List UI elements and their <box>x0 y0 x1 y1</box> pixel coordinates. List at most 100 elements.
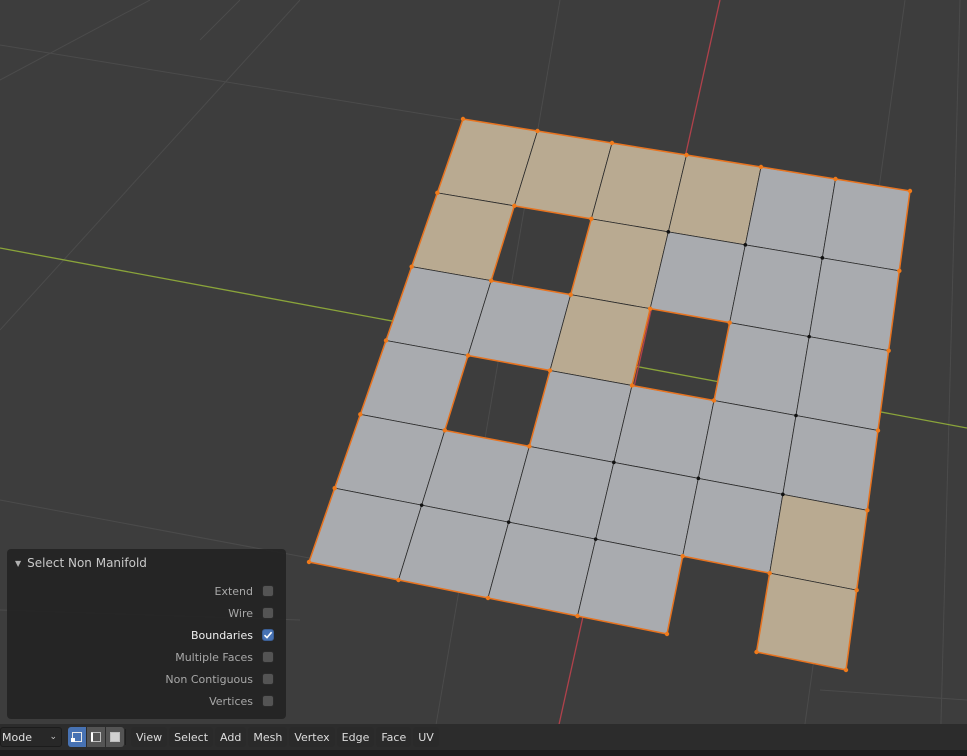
floor-grid-line <box>0 44 461 121</box>
selected-vertex <box>568 292 573 297</box>
selected-vertex <box>854 587 859 593</box>
mesh-face <box>359 340 469 431</box>
selected-vertex <box>575 613 580 619</box>
mesh-vertex <box>419 503 424 507</box>
selected-vertex <box>527 444 532 449</box>
selected-vertex <box>865 508 870 513</box>
collapse-triangle-icon[interactable]: ▼ <box>15 559 21 568</box>
selected-vertex <box>629 383 635 388</box>
operator-redo-panel[interactable]: ▼ Select Non Manifold Extend Wire Boundari… <box>7 549 286 719</box>
mesh-face <box>729 244 823 338</box>
selected-vertex <box>589 216 594 222</box>
mesh-vertex <box>807 334 811 339</box>
option-checkbox[interactable] <box>262 673 274 685</box>
vertex-select-button[interactable] <box>68 727 86 747</box>
selected-vertex <box>647 306 653 311</box>
selected-vertex <box>442 428 448 433</box>
menu-uv[interactable]: UV <box>413 727 439 747</box>
selected-vertex <box>843 667 849 673</box>
status-strip <box>0 750 967 756</box>
option-boundaries[interactable]: Boundaries <box>191 627 274 643</box>
selected-vertex <box>485 595 491 601</box>
option-checkbox[interactable] <box>262 629 274 641</box>
option-extend[interactable]: Extend <box>214 583 274 599</box>
option-wire[interactable]: Wire <box>228 605 274 621</box>
selected-vertex <box>465 353 471 358</box>
plane-mesh[interactable] <box>306 116 913 673</box>
selected-vertex <box>758 164 764 170</box>
option-label: Extend <box>214 584 254 598</box>
option-label: Multiple Faces <box>175 650 253 664</box>
menu-add[interactable]: Add <box>215 727 247 747</box>
edge-select-icon <box>91 732 101 742</box>
option-multiple-faces[interactable]: Multiple Faces <box>175 649 274 665</box>
menu-face[interactable]: Face <box>376 727 412 747</box>
selected-vertex <box>535 128 540 134</box>
mesh-vertex <box>612 460 616 465</box>
face-select-icon <box>110 732 120 742</box>
option-label: Boundaries <box>190 628 253 642</box>
header-separator <box>125 729 126 745</box>
menu-vertex[interactable]: Vertex <box>289 727 335 747</box>
selected-vertex <box>886 348 891 353</box>
viewport-header: Mode ⌄ View Select Add Mesh Vertex Edge Face UV <box>0 724 967 750</box>
mesh-face <box>744 166 836 259</box>
selected-vertex <box>306 559 312 565</box>
selected-vertex <box>875 428 881 433</box>
mesh-face <box>808 257 900 352</box>
floor-grid-line <box>819 689 967 701</box>
selected-vertex <box>396 577 401 583</box>
selected-vertex <box>547 368 553 373</box>
selected-vertex <box>897 268 902 274</box>
mesh-vertex <box>696 476 701 481</box>
option-label: Wire <box>228 606 253 620</box>
mesh-face <box>795 336 890 431</box>
selected-vertex <box>460 116 466 122</box>
selected-vertex <box>664 631 670 637</box>
floor-grid-line <box>939 0 961 756</box>
selected-vertex <box>767 570 772 576</box>
floor-grid-line <box>0 0 301 331</box>
mesh-face <box>528 370 633 463</box>
selected-vertex <box>684 152 689 158</box>
option-non-contiguous[interactable]: Non Contiguous <box>165 671 274 687</box>
mesh-face <box>613 385 715 479</box>
mesh-vertex <box>743 243 748 247</box>
mesh-vertex <box>666 230 671 234</box>
mesh-face <box>782 415 879 511</box>
option-label: Non Contiguous <box>165 672 253 686</box>
mode-dropdown[interactable]: Mode ⌄ <box>0 727 62 747</box>
face-select-button[interactable] <box>106 727 124 747</box>
header-menus: View Select Add Mesh Vertex Edge Face UV <box>131 727 439 747</box>
edge-select-button[interactable] <box>87 727 105 747</box>
select-mode-group <box>68 727 124 747</box>
mesh-vertex <box>794 413 798 418</box>
selected-vertex <box>609 140 615 146</box>
mesh-face <box>697 400 797 495</box>
selected-vertex <box>754 649 759 655</box>
selected-vertex <box>488 278 494 283</box>
vertex-select-icon <box>71 732 82 742</box>
mesh-vertex <box>820 256 825 260</box>
menu-select[interactable]: Select <box>169 727 214 747</box>
mesh-face <box>821 178 911 272</box>
mesh-vertex <box>506 520 511 524</box>
option-vertices[interactable]: Vertices <box>209 693 274 709</box>
option-checkbox[interactable] <box>262 651 274 663</box>
selected-vertex <box>680 553 685 559</box>
mesh-vertex <box>593 537 598 541</box>
selected-vertex <box>332 485 337 491</box>
chevron-down-icon: ⌄ <box>49 732 57 742</box>
floor-grid-line <box>0 0 151 81</box>
selected-vertex <box>512 203 517 209</box>
selected-vertex <box>907 188 913 194</box>
selected-vertex <box>727 320 732 325</box>
option-checkbox[interactable] <box>262 607 274 619</box>
option-checkbox[interactable] <box>262 695 274 707</box>
option-label: Vertices <box>209 694 253 708</box>
menu-edge[interactable]: Edge <box>336 727 375 747</box>
menu-mesh[interactable]: Mesh <box>248 727 288 747</box>
option-checkbox[interactable] <box>262 585 274 597</box>
menu-view[interactable]: View <box>131 727 168 747</box>
panel-header[interactable]: ▼ Select Non Manifold <box>15 555 147 571</box>
